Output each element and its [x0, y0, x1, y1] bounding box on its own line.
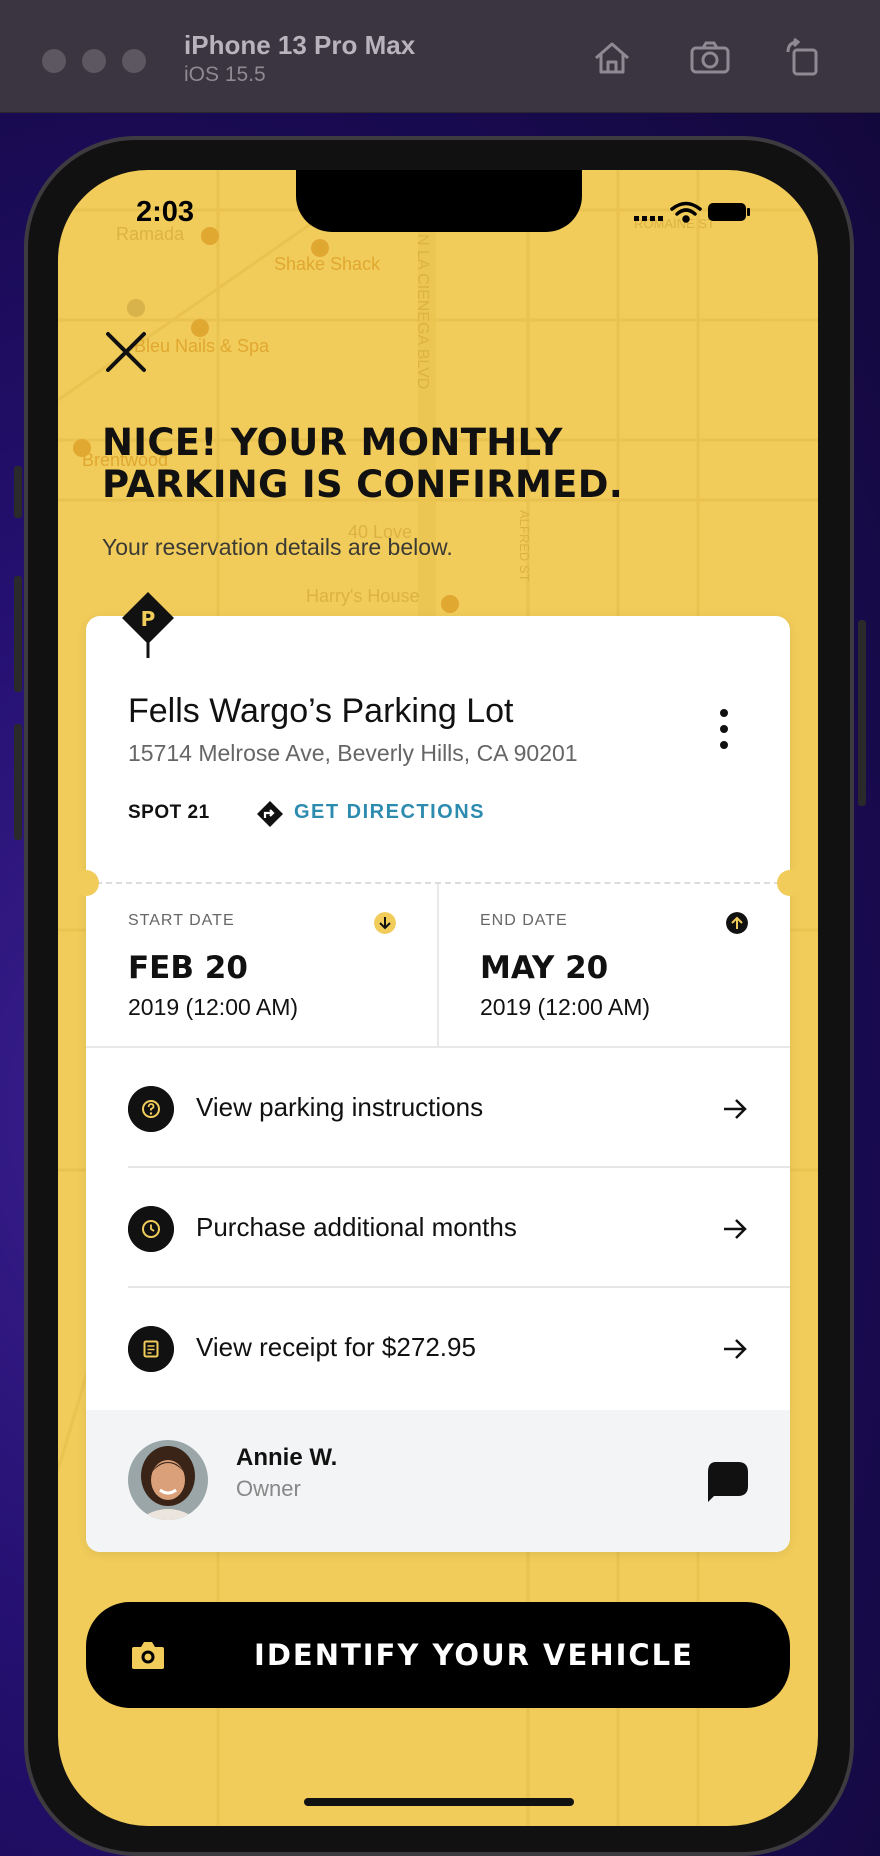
owner-section: Annie W. Owner [86, 1410, 790, 1552]
svg-text:P: P [141, 607, 156, 631]
battery-icon [708, 203, 750, 221]
close-icon[interactable] [104, 330, 148, 374]
camera-icon [132, 1642, 164, 1669]
start-date-detail: 2019 (12:00 AM) [128, 994, 299, 1020]
action-row-purchase-months[interactable]: Purchase additional months [86, 1168, 790, 1286]
action-label: View receipt for $272.95 [196, 1332, 476, 1362]
home-indicator [304, 1798, 574, 1806]
map-label-shake-shack: Shake Shack [274, 254, 381, 274]
question-icon [128, 1086, 174, 1132]
end-date-value: MAY 20 [480, 950, 609, 986]
home-icon[interactable] [590, 36, 634, 80]
page-subtitle: Your reservation details are below. [102, 534, 453, 560]
clock-icon [128, 1206, 174, 1252]
rotate-icon[interactable] [782, 36, 826, 80]
notch [296, 170, 582, 232]
map-label-harrys: Harry's House [306, 586, 419, 606]
volume-down-button [14, 724, 22, 840]
wifi-icon [670, 201, 702, 223]
map-label-alfred: ALFRED ST [517, 510, 532, 582]
app-screen: Ramada Shake Shack Bleu Nails & Spa Bren… [58, 170, 818, 1826]
simulator-device-name: iPhone 13 Pro Max [184, 30, 416, 60]
signal-icon [634, 216, 663, 221]
start-date-value: FEB 20 [128, 950, 248, 986]
arrow-right-icon [724, 1339, 747, 1359]
action-row-parking-instructions[interactable]: View parking instructions [86, 1048, 790, 1166]
directions-icon[interactable] [256, 800, 284, 828]
action-label: View parking instructions [196, 1092, 484, 1122]
action-label: Purchase additional months [196, 1212, 517, 1242]
end-date-block: END DATE MAY 20 2019 (12:00 AM) [438, 884, 790, 1046]
start-date-block: START DATE FEB 20 2019 (12:00 AM) [86, 884, 438, 1046]
zoom-window-button[interactable] [122, 49, 146, 73]
chat-bubble-icon[interactable] [704, 1458, 750, 1504]
map-label-la-cienega: N LA CIENEGA BLVD [414, 234, 431, 389]
simulator-os-version: iOS 15.5 [184, 63, 266, 86]
identify-vehicle-button[interactable]: IDENTIFY YOUR VEHICLE [86, 1602, 790, 1708]
volume-up-button [14, 576, 22, 692]
mute-switch [14, 466, 22, 518]
arrow-right-icon [724, 1219, 747, 1239]
owner-role: Owner [236, 1476, 301, 1501]
arrow-down-circle-icon [374, 912, 396, 934]
avatar[interactable] [128, 1440, 208, 1520]
more-options-icon[interactable] [714, 708, 734, 750]
arrow-up-circle-icon [726, 912, 748, 934]
action-row-view-receipt[interactable]: View receipt for $272.95 [86, 1288, 790, 1406]
arrow-right-icon [724, 1099, 747, 1119]
receipt-icon [128, 1326, 174, 1372]
spot-number: SPOT 21 [128, 802, 210, 823]
page-title: Nice! Your monthly parking is confirmed. [102, 421, 624, 506]
reservation-card: P Fells Wargo’s Parking Lot 15714 Melros… [73, 592, 803, 1552]
lot-address: 15714 Melrose Ave, Beverly Hills, CA 902… [128, 740, 578, 766]
status-icons [634, 201, 750, 223]
end-date-label: END DATE [480, 912, 568, 929]
screenshot-icon[interactable] [688, 36, 732, 80]
lot-name: Fells Wargo’s Parking Lot [128, 692, 514, 730]
close-window-button[interactable] [42, 49, 66, 73]
simulator-title-bar: iPhone 13 Pro Max iOS 15.5 [0, 0, 880, 113]
power-button [858, 620, 866, 806]
start-date-label: START DATE [128, 912, 235, 929]
owner-name: Annie W. [236, 1444, 338, 1471]
parking-pin-icon: P [122, 592, 174, 658]
minimize-window-button[interactable] [82, 49, 106, 73]
get-directions-link[interactable]: GET DIRECTIONS [294, 801, 485, 824]
status-time: 2:03 [136, 196, 195, 228]
end-date-detail: 2019 (12:00 AM) [480, 994, 651, 1020]
identify-vehicle-label: IDENTIFY YOUR VEHICLE [254, 1638, 694, 1672]
map-label-nails: Bleu Nails & Spa [134, 336, 270, 356]
